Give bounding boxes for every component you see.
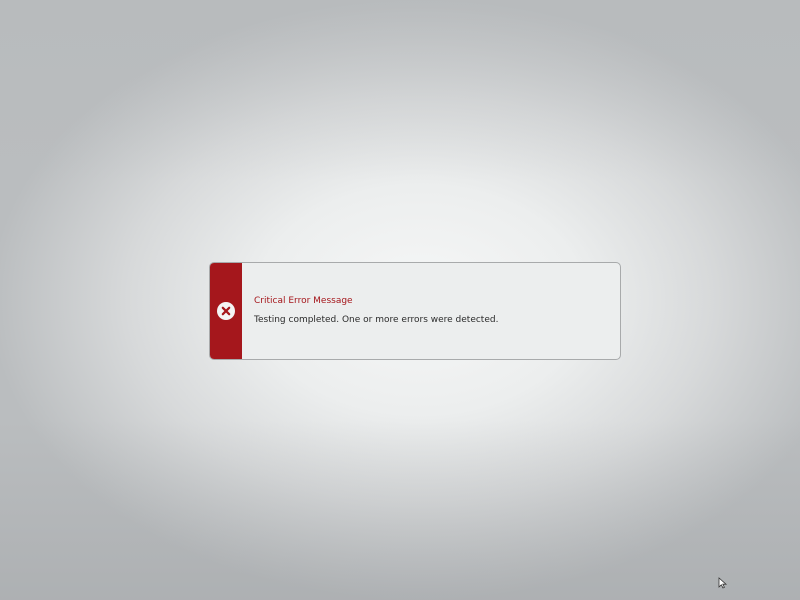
critical-error-dialog: Critical Error Message Testing completed… bbox=[209, 262, 621, 360]
dialog-message: Testing completed. One or more errors we… bbox=[254, 315, 499, 325]
error-accent-strip bbox=[210, 263, 242, 359]
mouse-pointer-icon bbox=[718, 577, 728, 589]
error-x-circle-icon bbox=[217, 302, 235, 320]
dialog-title: Critical Error Message bbox=[254, 296, 353, 306]
